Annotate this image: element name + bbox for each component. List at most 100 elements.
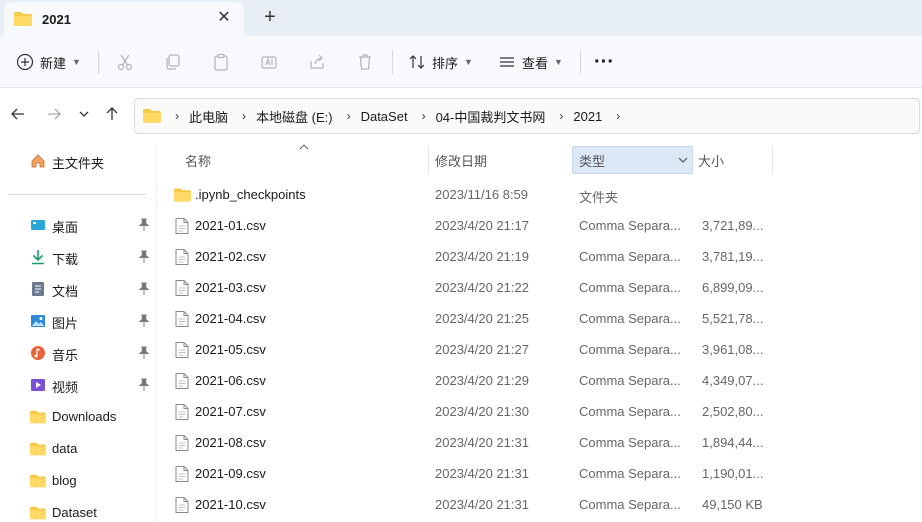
navigation-pane: 主文件夹 桌面 下载 文档 图片 音乐 视频 Downloads data bl… xyxy=(0,144,156,522)
sort-button[interactable]: 排序 ▼ xyxy=(408,48,473,76)
sidebar-item-data[interactable]: data xyxy=(0,434,156,464)
pin-icon[interactable] xyxy=(138,250,150,264)
sidebar-item-label: Dataset xyxy=(52,505,97,520)
back-button[interactable] xyxy=(8,104,28,124)
sidebar-item-documents[interactable]: 文档 xyxy=(0,274,156,304)
forward-button[interactable] xyxy=(44,104,64,124)
pin-icon[interactable] xyxy=(138,378,150,392)
pin-icon[interactable] xyxy=(138,218,150,232)
file-icon xyxy=(175,280,189,296)
recent-locations-button[interactable] xyxy=(74,104,94,124)
column-resize-handle[interactable] xyxy=(772,146,773,174)
file-name: 2021-04.csv xyxy=(195,311,266,326)
chevron-down-icon[interactable] xyxy=(678,156,688,164)
column-header-name[interactable]: 名称 xyxy=(185,146,425,174)
file-size: 1,190,01... xyxy=(702,466,764,481)
file-row[interactable]: 2021-03.csv 2023/4/20 21:22 Comma Separa..… xyxy=(157,273,922,304)
file-row[interactable]: 2021-02.csv 2023/4/20 21:19 Comma Separa..… xyxy=(157,242,922,273)
folder-icon xyxy=(30,410,46,424)
desktop-icon xyxy=(31,220,45,230)
file-icon xyxy=(175,497,189,513)
file-icon xyxy=(175,249,189,265)
sidebar-item-label: data xyxy=(52,441,78,456)
sidebar-item-videos[interactable]: 视频 xyxy=(0,370,156,400)
file-row[interactable]: 2021-09.csv 2023/4/20 21:31 Comma Separa..… xyxy=(157,459,922,490)
file-row[interactable]: 2021-04.csv 2023/4/20 21:25 Comma Separa..… xyxy=(157,304,922,335)
copy-button[interactable] xyxy=(164,48,182,76)
column-resize-handle[interactable] xyxy=(428,146,429,174)
file-list: 名称 修改日期 类型 大小 .ipynb_checkpoints 2023/11/… xyxy=(157,144,922,522)
pin-icon[interactable] xyxy=(138,282,150,296)
document-icon xyxy=(32,282,44,296)
file-row[interactable]: 2021-01.csv 2023/4/20 21:17 Comma Separa..… xyxy=(157,211,922,242)
file-icon xyxy=(175,404,189,420)
file-row[interactable]: 2021-10.csv 2023/4/20 21:31 Comma Separa..… xyxy=(157,490,922,521)
column-header-row: 名称 修改日期 类型 大小 xyxy=(157,144,922,176)
rename-button[interactable] xyxy=(260,48,278,76)
sidebar-item-label: blog xyxy=(52,473,77,488)
file-name: 2021-06.csv xyxy=(195,373,266,388)
file-row[interactable]: 2021-05.csv 2023/4/20 21:27 Comma Separa..… xyxy=(157,335,922,366)
column-header-size[interactable]: 大小 xyxy=(698,146,768,174)
chevron-right-icon: › xyxy=(175,109,179,123)
toolbar-divider xyxy=(580,50,581,74)
file-type: Comma Separa... xyxy=(579,435,681,450)
pin-icon[interactable] xyxy=(138,314,150,328)
file-row[interactable]: .ipynb_checkpoints 2023/11/16 8:59 文件夹 xyxy=(157,180,922,211)
folder-icon xyxy=(30,506,46,520)
home-icon xyxy=(31,154,45,168)
breadcrumb-item[interactable]: 本地磁盘 (E:) › xyxy=(256,107,361,126)
sidebar-item-desktop[interactable]: 桌面 xyxy=(0,210,156,240)
new-button[interactable]: 新建 ▼ xyxy=(16,48,81,76)
more-options-button[interactable]: ··· xyxy=(594,48,614,76)
file-modified-date: 2023/4/20 21:29 xyxy=(435,373,529,388)
address-bar[interactable]: › 此电脑 › 本地磁盘 (E:) › DataSet › 04-中国裁判文书网 › 2… xyxy=(134,98,920,134)
breadcrumb-label: 2021 xyxy=(573,108,603,124)
arrow-left-icon xyxy=(11,108,24,120)
breadcrumb-separator[interactable]: › xyxy=(161,109,189,123)
file-type: 文件夹 xyxy=(579,190,619,205)
up-button[interactable] xyxy=(102,104,122,124)
file-modified-date: 2023/4/20 21:17 xyxy=(435,218,529,233)
breadcrumb-item[interactable]: 04-中国裁判文书网 › xyxy=(436,107,574,126)
cut-button[interactable] xyxy=(116,48,134,76)
file-size: 3,961,08... xyxy=(702,342,764,357)
column-header-type[interactable]: 类型 xyxy=(572,146,693,174)
share-button[interactable] xyxy=(308,48,326,76)
sidebar-item-music[interactable]: 音乐 xyxy=(0,338,156,368)
close-tab-icon[interactable]: ✕ xyxy=(216,10,232,26)
file-row[interactable]: 2021-08.csv 2023/4/20 21:31 Comma Separa..… xyxy=(157,428,922,459)
chevron-right-icon: › xyxy=(242,109,247,123)
sidebar-item-dataset[interactable]: Dataset xyxy=(0,498,156,522)
file-size: 6,899,09... xyxy=(702,280,764,295)
sidebar-item-label: 文档 xyxy=(52,284,79,299)
sidebar-item-blog[interactable]: blog xyxy=(0,466,156,496)
breadcrumb-label: 04-中国裁判文书网 xyxy=(435,109,546,125)
scissors-icon xyxy=(117,54,133,71)
breadcrumb-item[interactable]: 2021 › xyxy=(573,109,630,124)
paste-button[interactable] xyxy=(212,48,230,76)
sidebar-item-downloads[interactable]: 下载 xyxy=(0,242,156,272)
chevron-down-icon: ▼ xyxy=(464,57,473,67)
file-row[interactable]: 2021-06.csv 2023/4/20 21:29 Comma Separa..… xyxy=(157,366,922,397)
column-header-date[interactable]: 修改日期 xyxy=(435,146,565,174)
sidebar-item-label: 桌面 xyxy=(52,220,79,235)
breadcrumb-item[interactable]: DataSet › xyxy=(361,109,436,124)
file-type: Comma Separa... xyxy=(579,466,681,481)
sidebar-item-home[interactable]: 主文件夹 xyxy=(0,146,156,176)
view-button[interactable]: 查看 ▼ xyxy=(498,48,563,76)
delete-button[interactable] xyxy=(356,48,374,76)
file-modified-date: 2023/4/20 21:31 xyxy=(435,435,529,450)
file-modified-date: 2023/4/20 21:25 xyxy=(435,311,529,326)
sidebar-item-downloads-folder[interactable]: Downloads xyxy=(0,402,156,432)
new-button-label: 新建 xyxy=(40,55,67,71)
music-icon xyxy=(31,346,45,360)
file-row[interactable]: 2021-07.csv 2023/4/20 21:30 Comma Separa..… xyxy=(157,397,922,428)
sort-icon xyxy=(409,55,425,69)
breadcrumb-item[interactable]: 此电脑 › xyxy=(189,107,256,126)
sidebar-item-pictures[interactable]: 图片 xyxy=(0,306,156,336)
pin-icon[interactable] xyxy=(138,346,150,360)
tab-current[interactable]: 2021 ✕ xyxy=(4,2,244,36)
file-size: 1,894,44... xyxy=(702,435,764,450)
new-tab-button[interactable]: + xyxy=(258,6,282,30)
